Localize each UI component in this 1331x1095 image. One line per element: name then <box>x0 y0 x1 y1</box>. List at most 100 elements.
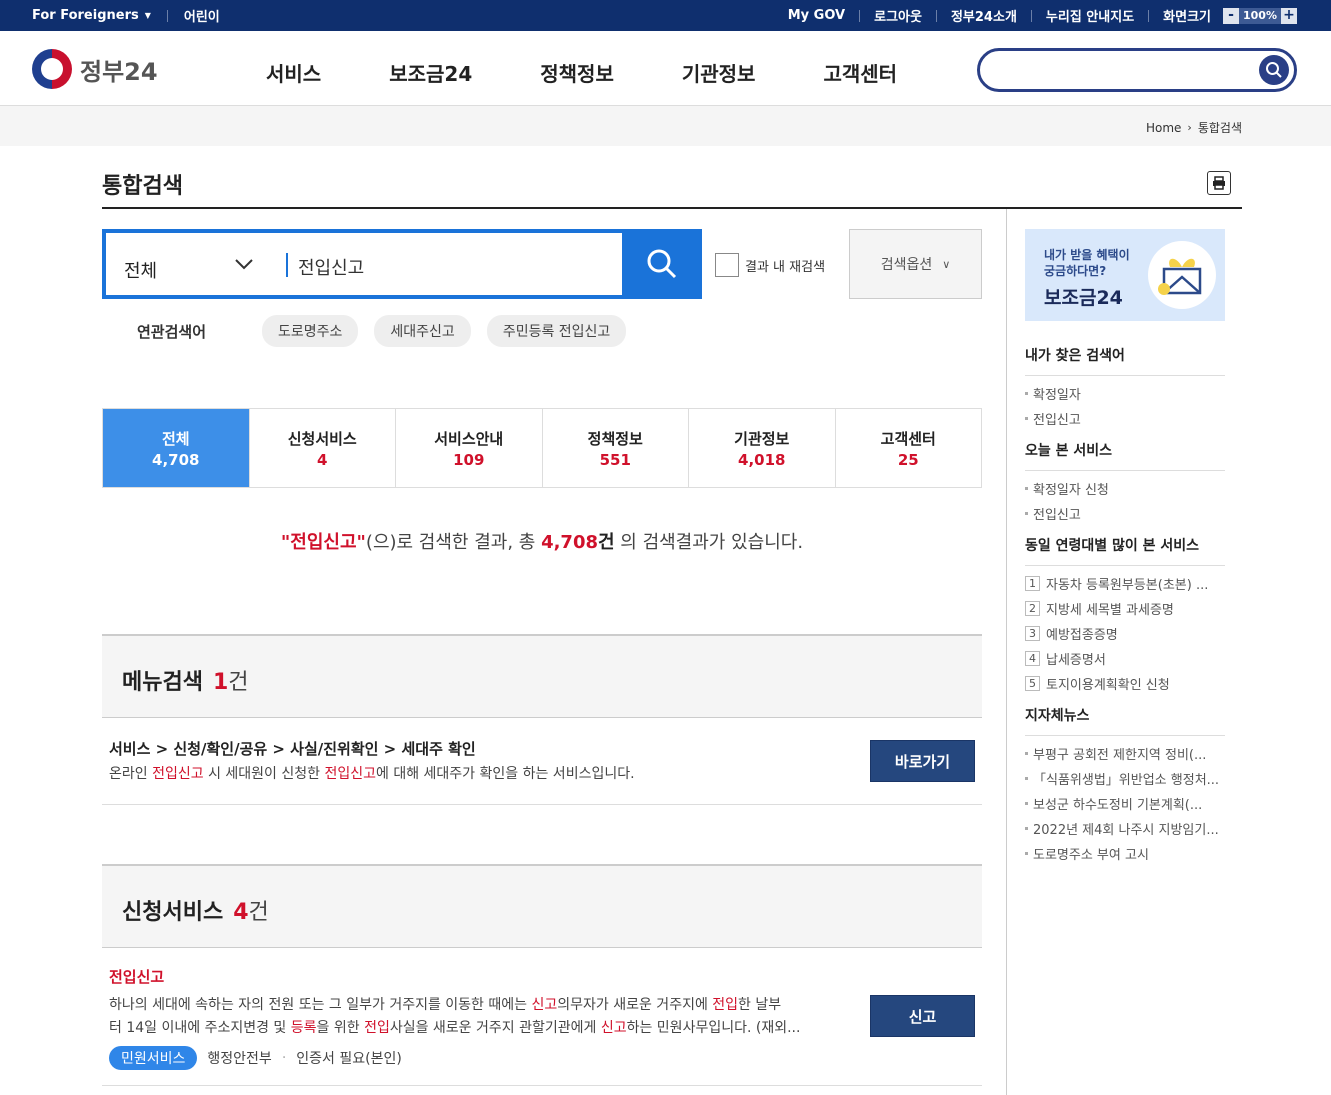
mygov-link[interactable]: My GOV <box>788 8 845 23</box>
chevron-right-icon: › <box>1187 121 1192 134</box>
list-item[interactable]: 2022년 제4회 나주시 지방임기... <box>1025 819 1225 838</box>
divider <box>1030 9 1032 22</box>
research-within-results[interactable]: 결과 내 재검색 <box>715 253 825 277</box>
search-icon <box>1266 62 1282 78</box>
list-item[interactable]: 「식품위생법」위반업소 행정처... <box>1025 769 1225 788</box>
sitemap-link[interactable]: 누리집 안내지도 <box>1046 6 1134 25</box>
tab-apply-services[interactable]: 신청서비스 4 <box>250 409 396 487</box>
related-keyword[interactable]: 도로명주소 <box>262 315 359 347</box>
search-submit-button[interactable] <box>622 229 702 299</box>
list-item[interactable]: 보성군 하수도정비 기본계획(... <box>1025 794 1225 813</box>
list-item[interactable]: 5 토지이용계획확인 신청 <box>1025 674 1225 693</box>
research-checkbox[interactable] <box>715 253 739 277</box>
caret-down-icon[interactable]: ▼ <box>145 11 151 20</box>
search-category-select[interactable]: 전체 <box>124 257 157 283</box>
search-options-button[interactable]: 검색옵션 ∨ <box>849 229 982 299</box>
tab-customer-center[interactable]: 고객센터 25 <box>836 409 982 487</box>
service-cert: 인증서 필요(본인) <box>296 1051 402 1067</box>
related-keyword[interactable]: 주민등록 전입신고 <box>486 315 627 347</box>
local-news-list: 부평구 공회전 제한지역 정비(... 「식품위생법」위반업소 행정처... 보… <box>1025 736 1225 863</box>
nav-customer-center[interactable]: 고객센터 <box>823 58 897 87</box>
chevron-down-icon[interactable] <box>234 257 254 271</box>
zoom-in-button[interactable]: + <box>1281 7 1297 24</box>
breadcrumb: Home › 통합검색 <box>1146 119 1242 136</box>
nav-services[interactable]: 서비스 <box>266 58 321 87</box>
banner-title: 보조금24 <box>1044 287 1123 309</box>
tab-count: 109 <box>453 450 485 469</box>
zoom-out-button[interactable]: - <box>1223 7 1239 24</box>
tab-all[interactable]: 전체 4,708 <box>103 409 250 487</box>
age-services-list: 1 자동차 등록원부등본(초본) ... 2 지방세 세목별 과세증명 3 예방접종증… <box>1025 566 1225 693</box>
local-news-title: 지자체뉴스 <box>1025 705 1225 736</box>
print-button[interactable] <box>1207 171 1231 195</box>
summary-unit: 건 <box>598 532 615 553</box>
tab-agency-info[interactable]: 기관정보 4,018 <box>689 409 836 487</box>
service-meta: 민원서비스 행정안전부 · 인증서 필요(본인) <box>109 1046 402 1070</box>
apply-result-item: 전입신고 하나의 세대에 속하는 자의 전원 또는 그 일부가 거주지를 이동한… <box>102 948 982 1086</box>
list-item[interactable]: 4 납세증명서 <box>1025 649 1225 668</box>
subsidy24-banner[interactable]: 내가 받을 혜택이 궁금하다면? 보조금24 <box>1025 229 1225 321</box>
nav-subsidy24[interactable]: 보조금24 <box>389 58 472 87</box>
apply-services-section-header: 신청서비스 4건 <box>102 864 982 948</box>
for-foreigners-link[interactable]: For Foreigners <box>32 8 139 23</box>
list-item[interactable]: 전입신고 <box>1025 409 1225 428</box>
section-unit: 건 <box>248 900 269 925</box>
menu-search-section-header: 메뉴검색 1건 <box>102 634 982 718</box>
menu-path[interactable]: 서비스 > 신청/확인/공유 > 사실/진위확인 > 세대주 확인 <box>109 738 476 759</box>
related-keywords: 연관검색어 도로명주소 세대주신고 주민등록 전입신고 <box>102 315 642 347</box>
search-query-input[interactable]: 전입신고 <box>298 254 364 280</box>
meta-separator: · <box>281 1050 287 1066</box>
gift-box-icon <box>1148 241 1216 309</box>
report-button[interactable]: 신고 <box>870 995 975 1037</box>
list-item[interactable]: 부평구 공회전 제한지역 정비(... <box>1025 744 1225 763</box>
result-tabs: 전체 4,708 신청서비스 4 서비스안내 109 정책정보 551 기관정보 4,01… <box>102 408 982 488</box>
nav-policy-info[interactable]: 정책정보 <box>540 58 614 87</box>
breadcrumb-home[interactable]: Home <box>1146 121 1181 135</box>
divider <box>166 9 168 22</box>
tab-label: 고객센터 <box>880 429 936 448</box>
section-count: 4 <box>233 900 249 925</box>
kids-link[interactable]: 어린이 <box>184 6 220 25</box>
goto-button[interactable]: 바로가기 <box>870 740 975 782</box>
related-keyword[interactable]: 세대주신고 <box>374 315 471 347</box>
tab-count: 4,018 <box>738 450 786 469</box>
sidebar-divider <box>1006 209 1007 1095</box>
utility-bar: For Foreigners ▼ 어린이 My GOV 로그아웃 정부24소개 … <box>0 0 1331 31</box>
list-item[interactable]: 도로명주소 부여 고시 <box>1025 844 1225 863</box>
list-item[interactable]: 2 지방세 세목별 과세증명 <box>1025 599 1225 618</box>
menu-description: 온라인 전입신고 시 세대원이 신청한 전입신고에 대해 세대주가 확인을 하는… <box>109 766 635 782</box>
search-icon <box>647 249 677 279</box>
service-description: 하나의 세대에 속하는 자의 전원 또는 그 일부가 거주지를 이동한 때에는 … <box>109 997 801 1036</box>
list-item[interactable]: 1 자동차 등록원부등본(초본) ... <box>1025 574 1225 593</box>
tab-policy-info[interactable]: 정책정보 551 <box>543 409 689 487</box>
list-item[interactable]: 확정일자 신청 <box>1025 479 1225 498</box>
service-title-link[interactable]: 전입신고 <box>109 966 164 987</box>
gov24-intro-link[interactable]: 정부24소개 <box>951 6 1017 25</box>
tab-label: 신청서비스 <box>287 429 357 448</box>
header-search-input[interactable] <box>977 48 1297 92</box>
summary-keyword: "전입신고" <box>280 532 366 553</box>
service-org: 행정안전부 <box>207 1051 272 1067</box>
nav-agency-info[interactable]: 기관정보 <box>682 58 756 87</box>
section-title: 메뉴검색 <box>122 670 203 695</box>
tab-service-guide[interactable]: 서비스안내 109 <box>396 409 543 487</box>
breadcrumb-current: 통합검색 <box>1197 121 1242 135</box>
screen-size-label: 화면크기 <box>1163 10 1211 25</box>
text-cursor <box>286 253 288 277</box>
list-item[interactable]: 3 예방접종증명 <box>1025 624 1225 643</box>
list-item[interactable]: 전입신고 <box>1025 504 1225 523</box>
menu-result-item: 서비스 > 신청/확인/공유 > 사실/진위확인 > 세대주 확인 온라인 전입… <box>102 718 982 805</box>
summary-text: (으)로 검색한 결과, 총 <box>365 532 542 553</box>
section-count: 1 <box>212 670 229 695</box>
header-search-button[interactable] <box>1259 55 1289 85</box>
summary-total: 4,708 <box>541 532 598 553</box>
list-item[interactable]: 확정일자 <box>1025 384 1225 403</box>
site-logo[interactable]: 정부24 <box>32 49 158 89</box>
title-divider <box>102 207 1242 209</box>
logo-text: 정부24 <box>80 57 158 86</box>
tab-label: 서비스안내 <box>434 429 504 448</box>
breadcrumb-bar: Home › 통합검색 <box>0 106 1331 146</box>
service-type-badge: 민원서비스 <box>109 1046 198 1070</box>
logout-link[interactable]: 로그아웃 <box>874 6 922 25</box>
printer-icon <box>1213 176 1225 190</box>
